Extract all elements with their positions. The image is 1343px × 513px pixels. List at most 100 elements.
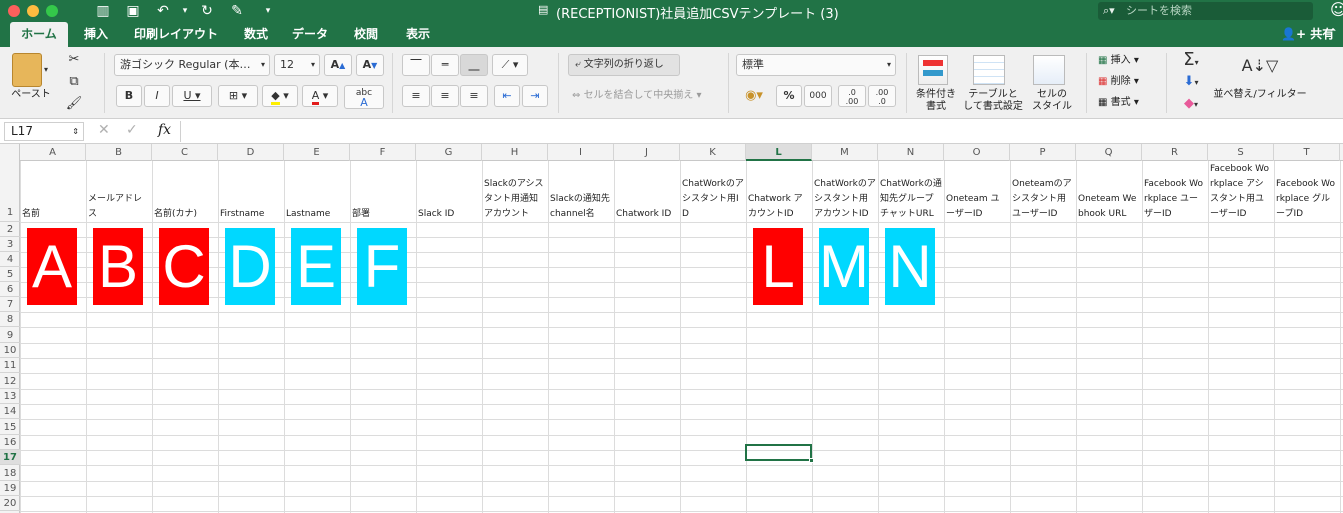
close-window-button[interactable] xyxy=(8,5,20,17)
copy-icon[interactable]: ⧉ xyxy=(64,71,84,93)
row-header-2[interactable]: 2 xyxy=(0,222,20,237)
column-header-c[interactable]: C xyxy=(152,144,218,161)
italic-button[interactable]: I xyxy=(144,85,170,107)
increase-decimal-button[interactable]: .0.00 xyxy=(838,85,866,107)
align-top-button[interactable]: ⎺ xyxy=(402,54,430,76)
decrease-font-button[interactable]: A▼ xyxy=(356,54,384,76)
customize-toolbar-icon[interactable]: ▾ xyxy=(259,2,277,20)
merge-center-button[interactable]: ⇔ セルを結合して中央揃え ▾ xyxy=(572,85,722,107)
row-header-7[interactable]: 7 xyxy=(0,297,20,312)
column-header-s[interactable]: S xyxy=(1208,144,1274,161)
border-button[interactable]: ⊞ ▾ xyxy=(218,85,258,107)
column-header-d[interactable]: D xyxy=(218,144,284,161)
row-header-20[interactable]: 20 xyxy=(0,496,20,511)
align-bottom-button[interactable]: ⎽ xyxy=(460,54,488,76)
sidebar-icon[interactable]: ▥ xyxy=(94,2,112,20)
tab-insert[interactable]: 挿入 xyxy=(78,22,114,47)
undo-dropdown-icon[interactable]: ▾ xyxy=(176,2,194,20)
confirm-icon[interactable]: ✓ xyxy=(126,122,138,138)
header-cell-b[interactable]: メールアドレス xyxy=(86,161,152,222)
row-header-3[interactable]: 3 xyxy=(0,237,20,252)
column-header-k[interactable]: K xyxy=(680,144,746,161)
minimize-window-button[interactable] xyxy=(27,5,39,17)
select-all-corner[interactable] xyxy=(0,144,20,161)
phonetic-button[interactable]: abc A xyxy=(344,85,384,109)
share-button[interactable]: 👤+ 共有 xyxy=(1281,22,1334,47)
row-header-15[interactable]: 15 xyxy=(0,420,20,435)
header-cell-i[interactable]: Slackの通知先channel名 xyxy=(548,161,614,222)
column-header-e[interactable]: E xyxy=(284,144,350,161)
increase-indent-button[interactable]: ⇥ xyxy=(522,85,548,107)
header-cell-h[interactable]: Slackのアシスタント用通知アカウント xyxy=(482,161,548,222)
tab-view[interactable]: 表示 xyxy=(398,22,438,47)
row-header-13[interactable]: 13 xyxy=(0,389,20,404)
align-middle-button[interactable]: ═ xyxy=(431,54,459,76)
row-header-8[interactable]: 8 xyxy=(0,312,20,327)
sort-filter-label[interactable]: 並べ替え/フィルター xyxy=(1210,89,1310,101)
header-cell-l[interactable]: Chatwork アカウントID xyxy=(746,161,812,222)
percent-button[interactable]: % xyxy=(776,85,802,107)
conditional-format-label[interactable]: 条件付き 書式 xyxy=(908,89,964,113)
header-cell-e[interactable]: Lastname xyxy=(284,161,350,222)
cell-style-icon[interactable] xyxy=(1033,55,1065,85)
zoom-window-button[interactable] xyxy=(46,5,58,17)
row-header-1[interactable]: 1 xyxy=(0,161,20,222)
worksheet-grid[interactable]: ABCDEFGHIJKLMNOPQRST 1 2 3 4 5 6 7 8 9 10 11 12 13 14… xyxy=(0,144,1343,513)
autosum-icon[interactable]: Σ▾ xyxy=(1176,49,1206,71)
delete-cells-button[interactable]: ▦ 削除 ▾ xyxy=(1098,72,1139,92)
row-header-17[interactable]: 17 xyxy=(0,450,20,465)
cell-style-label[interactable]: セルの スタイル xyxy=(1026,89,1078,113)
tab-formulas[interactable]: 数式 xyxy=(236,22,276,47)
sort-filter-icon[interactable]: A⇣▽ xyxy=(1238,55,1282,77)
column-header-a[interactable]: A xyxy=(20,144,86,161)
format-cells-button[interactable]: ▦ 書式 ▾ xyxy=(1098,93,1139,113)
row-header-18[interactable]: 18 xyxy=(0,466,20,481)
fill-handle[interactable] xyxy=(809,458,814,463)
wrap-text-button[interactable]: ⤶ 文字列の折り返し xyxy=(568,54,680,76)
insert-cells-button[interactable]: ▦ 挿入 ▾ xyxy=(1098,51,1139,71)
bold-button[interactable]: B xyxy=(116,85,142,107)
header-cell-a[interactable]: 名前 xyxy=(20,161,86,222)
save-icon[interactable]: ▣ xyxy=(124,2,142,20)
header-cell-c[interactable]: 名前(カナ) xyxy=(152,161,218,222)
increase-font-button[interactable]: A▲ xyxy=(324,54,352,76)
comma-button[interactable]: 000 xyxy=(804,85,832,107)
formula-input[interactable] xyxy=(184,121,1334,142)
paste-clipboard-icon[interactable] xyxy=(12,53,42,87)
row-header-14[interactable]: 14 xyxy=(0,404,20,419)
decrease-indent-button[interactable]: ⇤ xyxy=(494,85,520,107)
font-name-select[interactable]: 游ゴシック Regular (本… ▾ xyxy=(114,54,270,76)
header-cell-p[interactable]: Oneteamのアシスタント用ユーザーID xyxy=(1010,161,1076,222)
redo-icon[interactable]: ↻ xyxy=(198,2,216,20)
header-cell-k[interactable]: ChatWorkのアシスタント用ID xyxy=(680,161,746,222)
column-header-m[interactable]: M xyxy=(812,144,878,161)
row-header-5[interactable]: 5 xyxy=(0,267,20,282)
feedback-smiley-icon[interactable]: ☺ xyxy=(1330,0,1343,19)
header-cell-s[interactable]: Facebook Workplace アシスタント用ユーザーID xyxy=(1208,161,1274,222)
underline-button[interactable]: U ▾ xyxy=(172,85,212,107)
header-cell-j[interactable]: Chatwork ID xyxy=(614,161,680,222)
undo-icon[interactable]: ↶ xyxy=(154,2,172,20)
column-header-i[interactable]: I xyxy=(548,144,614,161)
column-header-j[interactable]: J xyxy=(614,144,680,161)
search-sheet-input[interactable]: ⌕▾ シートを検索 xyxy=(1098,2,1313,20)
row-header-6[interactable]: 6 xyxy=(0,282,20,297)
paste-button[interactable]: ペースト xyxy=(8,89,54,101)
selected-cell[interactable] xyxy=(745,444,814,463)
font-color-button[interactable]: A ▾ xyxy=(302,85,338,107)
row-header-11[interactable]: 11 xyxy=(0,358,20,373)
row-header-12[interactable]: 12 xyxy=(0,374,20,389)
fill-down-icon[interactable]: ⬇▾ xyxy=(1176,71,1206,93)
orientation-button[interactable]: ⟋ ▾ xyxy=(492,54,528,76)
column-header-n[interactable]: N xyxy=(878,144,944,161)
column-header-q[interactable]: Q xyxy=(1076,144,1142,161)
accounting-format-icon[interactable]: ◉▾ xyxy=(736,85,772,107)
header-cell-d[interactable]: Firstname xyxy=(218,161,284,222)
decrease-decimal-button[interactable]: .00.0 xyxy=(868,85,896,107)
table-format-icon[interactable] xyxy=(973,55,1005,85)
format-painter-icon[interactable]: 🖌 xyxy=(64,93,84,115)
header-cell-t[interactable]: Facebook Workplace グループID xyxy=(1274,161,1340,222)
align-right-button[interactable]: ≡ xyxy=(460,85,488,107)
column-header-b[interactable]: B xyxy=(86,144,152,161)
table-format-label[interactable]: テーブルと して書式設定 xyxy=(960,89,1026,113)
